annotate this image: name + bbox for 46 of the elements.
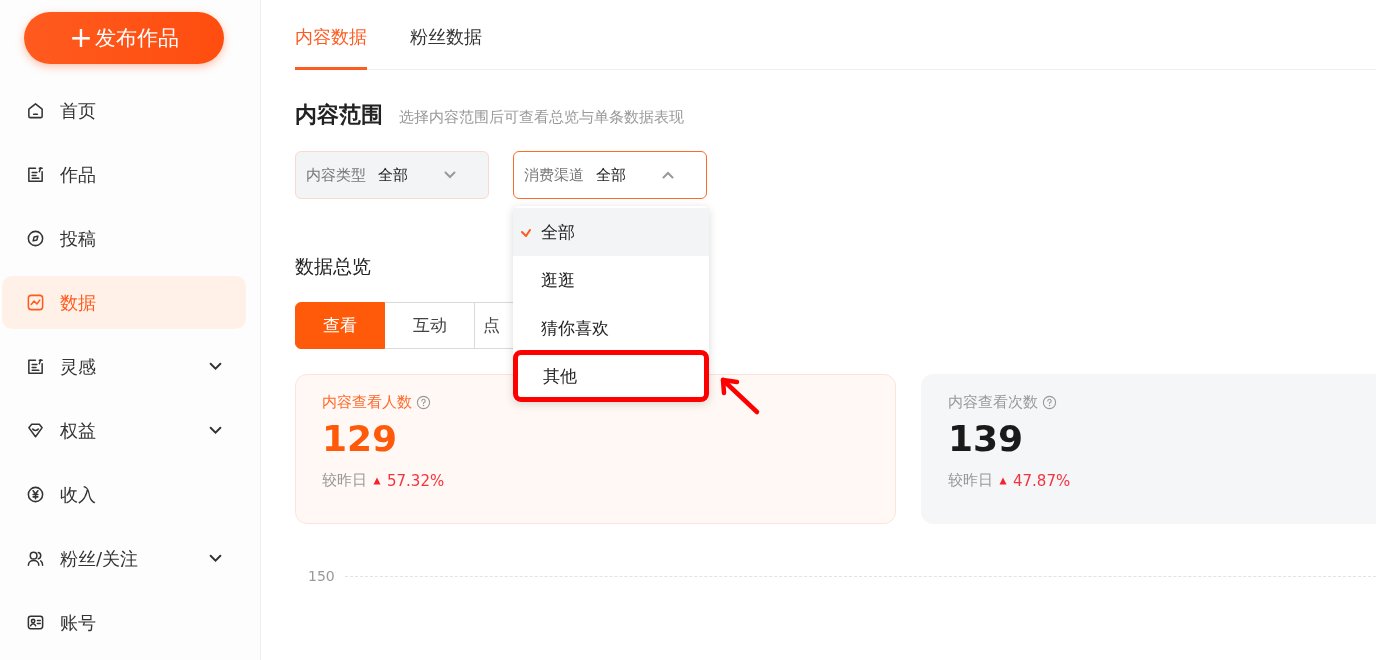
chevron-up-icon bbox=[662, 171, 674, 179]
change-value: 47.87% bbox=[1013, 471, 1071, 490]
metric-value: 139 bbox=[948, 418, 1025, 459]
metric-label: 内容查看次数 bbox=[948, 393, 1038, 412]
axis-label: 150 bbox=[308, 568, 335, 584]
chevron-down-icon bbox=[209, 554, 222, 563]
doc-icon bbox=[26, 165, 45, 184]
compare-label: 较昨日 bbox=[948, 471, 993, 490]
check-icon bbox=[521, 229, 531, 237]
chart-icon bbox=[26, 293, 45, 312]
help-icon bbox=[416, 395, 431, 410]
metric-value: 129 bbox=[322, 418, 399, 459]
metric-card[interactable]: 内容查看次数 139 较昨日 47.87% bbox=[921, 374, 1376, 524]
sidebar-item[interactable]: 灵感 bbox=[2, 340, 246, 393]
chevron-down-icon bbox=[209, 426, 222, 435]
chevron-down-icon bbox=[444, 171, 456, 179]
home-icon bbox=[26, 101, 45, 120]
gem-icon bbox=[26, 421, 45, 440]
compare-label: 较昨日 bbox=[322, 471, 367, 490]
sidebar-item[interactable]: 账号 bbox=[2, 596, 246, 649]
help-icon bbox=[1042, 395, 1057, 410]
change-value: 57.32% bbox=[387, 471, 445, 490]
filter-dropdown[interactable]: 内容类型 全部 bbox=[295, 151, 489, 199]
sidebar-item[interactable]: 投稿 bbox=[2, 212, 246, 265]
dropdown-option[interactable]: 全部 bbox=[513, 208, 709, 256]
up-triangle-icon bbox=[373, 476, 381, 485]
metric-label: 内容查看人数 bbox=[322, 393, 412, 412]
sidebar-item[interactable]: 收入 bbox=[2, 468, 246, 521]
chevron-down-icon bbox=[209, 362, 222, 371]
sidebar-item[interactable]: 粉丝/关注 bbox=[2, 532, 246, 585]
segment-tab[interactable]: 点 bbox=[475, 302, 513, 349]
tab[interactable]: 粉丝数据 bbox=[410, 25, 482, 70]
compass-icon bbox=[26, 229, 45, 248]
sidebar-item[interactable]: 权益 bbox=[2, 404, 246, 457]
doc-icon bbox=[26, 357, 45, 376]
segment-tab[interactable]: 互动 bbox=[385, 302, 475, 349]
section-hint: 选择内容范围后可查看总览与单条数据表现 bbox=[399, 108, 684, 127]
yen-icon bbox=[26, 485, 45, 504]
section-title: 内容范围 bbox=[295, 101, 383, 129]
dropdown-option[interactable]: 猜你喜欢 bbox=[513, 304, 709, 352]
dropdown-option[interactable]: 逛逛 bbox=[513, 256, 709, 304]
people-icon bbox=[26, 549, 45, 568]
sidebar-item[interactable]: 作品 bbox=[2, 148, 246, 201]
card-icon bbox=[26, 613, 45, 632]
up-triangle-icon bbox=[999, 476, 1007, 485]
sidebar-item[interactable]: 首页 bbox=[2, 84, 246, 137]
